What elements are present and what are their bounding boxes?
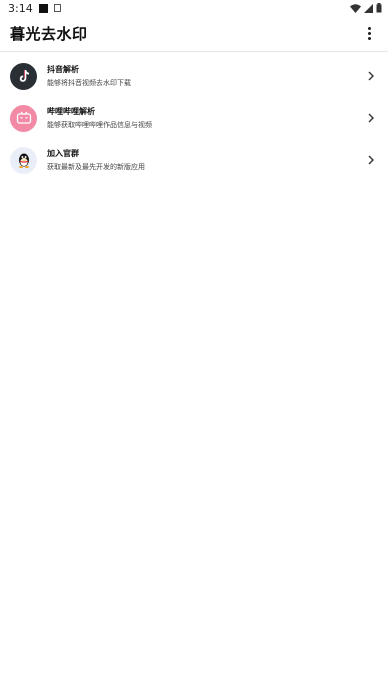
battery-icon [376, 3, 382, 13]
item-title: 哔哩哔哩解析 [47, 107, 95, 116]
item-subtitle: 获取最新及最先开发的新版应用 [47, 163, 145, 171]
item-subtitle: 能够获取哔哩哔哩作品信息与视频 [47, 121, 152, 129]
list-item-qq-group[interactable]: 加入官群 获取最新及最先开发的新版应用 [0, 139, 388, 181]
list-item-bilibili[interactable]: 哔哩哔哩解析 能够获取哔哩哔哩作品信息与视频 [0, 97, 388, 139]
list-item-douyin[interactable]: 抖音解析 能够将抖音视频去水印下载 [0, 55, 388, 97]
qq-icon [10, 146, 37, 174]
app-bar: 暮光去水印 [0, 16, 388, 52]
status-time: 3:14 [8, 1, 33, 15]
item-title: 抖音解析 [47, 65, 79, 74]
more-options-icon[interactable] [358, 23, 380, 45]
status-bar: 3:14 [0, 0, 388, 16]
feature-list: 抖音解析 能够将抖音视频去水印下载 哔哩哔哩解析 能够获取哔哩哔哩作品信息与视频 [0, 55, 388, 181]
download-notification-icon [53, 4, 61, 12]
bilibili-icon [10, 104, 37, 132]
chevron-right-icon [368, 155, 374, 165]
item-title: 加入官群 [47, 149, 79, 158]
wifi-icon [350, 3, 361, 13]
notification-icon [38, 3, 48, 13]
signal-icon [364, 3, 373, 13]
item-subtitle: 能够将抖音视频去水印下载 [47, 79, 131, 87]
chevron-right-icon [368, 113, 374, 123]
tiktok-icon [10, 62, 37, 90]
app-title: 暮光去水印 [10, 25, 88, 43]
chevron-right-icon [368, 71, 374, 81]
